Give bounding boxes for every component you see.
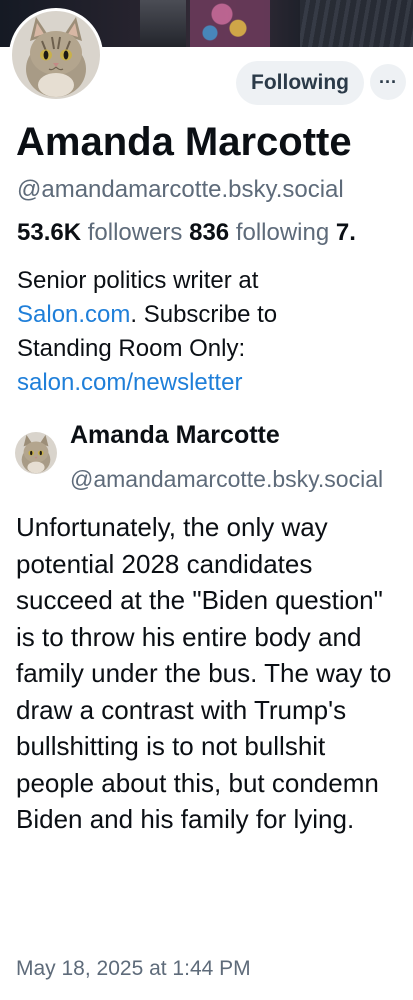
banner-detail [190,0,270,47]
post-author-handle[interactable]: @amandamarcotte.bsky.social [70,466,390,493]
following-label: following [235,219,330,246]
following-count: 836 [189,219,230,246]
post-body: Unfortunately, the only way potential 20… [16,512,392,834]
banner-detail [300,0,413,47]
bio-text: . Subscribe to [130,301,278,328]
following-link[interactable]: 836 following [189,219,329,246]
profile-avatar[interactable] [9,8,103,102]
cat-avatar-icon [15,432,57,474]
banner-detail [140,0,186,47]
followers-label: followers [87,219,183,246]
followers-count: 53.6K [17,219,82,246]
profile-handle: @amandamarcotte.bsky.social [17,176,344,203]
bio-link-newsletter[interactable]: salon.com/newsletter [17,369,242,396]
profile-stats: 53.6K followers 836 following 7. [17,219,356,247]
bio-line: Standing Room Only: [17,335,246,362]
post-author-name[interactable]: Amanda Marcotte [70,421,280,450]
bio-line: salon.com/newsletter [17,366,407,400]
cat-avatar-icon [12,11,100,99]
more-options-button[interactable]: ··· [370,64,406,100]
followers-link[interactable]: 53.6K followers [17,219,182,246]
bio-line: Senior politics writer at [17,267,259,294]
posts-count: 7. [335,219,356,246]
bio-line: Salon.com. Subscribe to [17,298,407,332]
profile-display-name: Amanda Marcotte [16,120,352,164]
bio-link-salon[interactable]: Salon.com [17,301,130,328]
post-author-avatar[interactable] [15,432,57,474]
more-icon: ··· [379,71,397,92]
following-button[interactable]: Following [236,61,364,105]
profile-bio: Senior politics writer at Salon.com. Sub… [17,264,407,400]
post-timestamp: May 18, 2025 at 1:44 PM [16,957,251,980]
